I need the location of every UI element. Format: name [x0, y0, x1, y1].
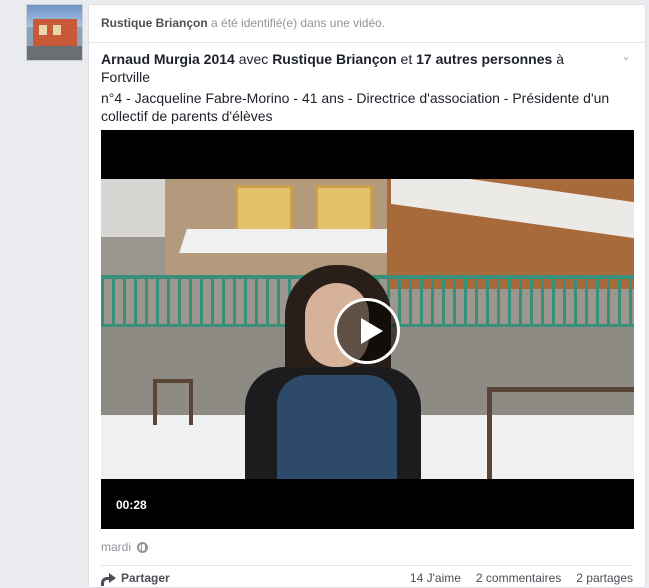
at-word: à [556, 51, 564, 67]
globe-icon [137, 541, 149, 553]
and-word: et [400, 51, 413, 67]
video-duration: 00:28 [116, 498, 147, 512]
comments-count[interactable]: 2 commentaires [476, 571, 561, 585]
share-arrow-icon [101, 572, 116, 586]
scene-railing [487, 387, 634, 479]
post-actor-line: Arnaud Murgia 2014 avec Rustique Brianço… [101, 50, 611, 86]
post-stats: 14 J'aime 2 commentaires 2 partages [410, 571, 633, 585]
shares-count[interactable]: 2 partages [576, 571, 633, 585]
header-divider [89, 42, 645, 43]
tagged-page-link[interactable]: Rustique Briançon [272, 51, 396, 67]
story-header: Rustique Briançon a été identifié(e) dan… [101, 16, 385, 30]
post-date[interactable]: mardi [101, 540, 131, 554]
scene-railing [153, 379, 193, 425]
scene-snow-roof [179, 229, 417, 253]
share-button[interactable]: Partager [101, 571, 170, 586]
avatar-window [53, 25, 61, 35]
others-link[interactable]: 17 autres personnes [416, 51, 552, 67]
avatar-window [39, 25, 47, 35]
scene-roof [101, 179, 165, 237]
avatar-ground [27, 46, 82, 60]
with-word: avec [238, 51, 269, 67]
post-meta: mardi [101, 540, 149, 554]
author-link[interactable]: Arnaud Murgia 2014 [101, 51, 235, 67]
story-page-link[interactable]: Rustique Briançon [101, 16, 208, 30]
person-vest [277, 375, 397, 479]
share-label: Partager [121, 571, 170, 585]
story-action-text: a été identifié(e) dans une vidéo. [211, 16, 386, 30]
post-description: n°4 - Jacqueline Fabre-Morino - 41 ans -… [101, 90, 610, 124]
place-link[interactable]: Fortville [101, 69, 150, 85]
footer-divider [101, 565, 633, 566]
post-card: Rustique Briançon a été identifié(e) dan… [88, 4, 646, 588]
play-icon[interactable] [334, 298, 400, 364]
video-player[interactable]: 00:28 [101, 130, 634, 529]
page-avatar[interactable] [26, 4, 83, 61]
likes-count[interactable]: 14 J'aime [410, 571, 461, 585]
chevron-down-icon[interactable]: ⌄ [619, 49, 633, 63]
